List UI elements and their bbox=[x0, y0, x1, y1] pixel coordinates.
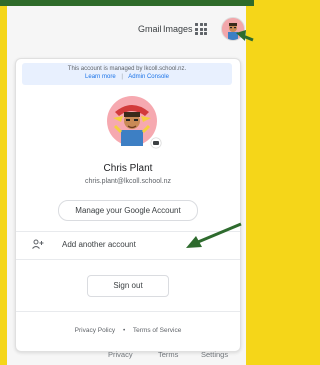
admin-console-link[interactable]: Admin Console bbox=[128, 74, 169, 80]
person-add-icon bbox=[32, 239, 44, 249]
apps-grid-icon[interactable] bbox=[195, 23, 207, 35]
terms-of-service-link[interactable]: Terms of Service bbox=[133, 327, 181, 334]
privacy-policy-link[interactable]: Privacy Policy bbox=[75, 327, 115, 334]
account-avatar-icon[interactable] bbox=[221, 17, 245, 41]
divider bbox=[16, 311, 240, 312]
sign-out-button[interactable]: Sign out bbox=[87, 275, 169, 297]
learn-more-link[interactable]: Learn more bbox=[85, 74, 116, 80]
account-panel: This account is managed by lkcoll.school… bbox=[15, 58, 241, 352]
add-another-account-label: Add another account bbox=[62, 240, 136, 249]
footer-separator: • bbox=[122, 327, 126, 334]
google-page: Gmail Images This account is managed by … bbox=[7, 6, 246, 365]
account-email: chris.plant@lkcoll.school.nz bbox=[84, 178, 172, 185]
panel-footer-links: Privacy Policy • Terms of Service bbox=[16, 327, 240, 334]
google-header: Gmail Images bbox=[7, 6, 246, 56]
profile-avatar bbox=[107, 96, 157, 146]
account-name: Chris Plant bbox=[103, 163, 153, 174]
add-another-account-row[interactable]: Add another account bbox=[16, 232, 240, 258]
gmail-link[interactable]: Gmail bbox=[138, 24, 162, 34]
managed-account-notice: This account is managed by lkcoll.school… bbox=[22, 63, 232, 85]
bottom-terms-link[interactable]: Terms bbox=[158, 350, 178, 359]
managed-notice-text: This account is managed by lkcoll.school… bbox=[67, 66, 187, 72]
manage-google-account-button[interactable]: Manage your Google Account bbox=[58, 200, 198, 221]
camera-icon[interactable] bbox=[151, 138, 161, 148]
bottom-privacy-link[interactable]: Privacy bbox=[108, 350, 133, 359]
bottom-settings-link[interactable]: Settings bbox=[201, 350, 228, 359]
divider bbox=[16, 259, 240, 260]
link-separator: | bbox=[121, 74, 123, 80]
images-link[interactable]: Images bbox=[163, 24, 193, 34]
